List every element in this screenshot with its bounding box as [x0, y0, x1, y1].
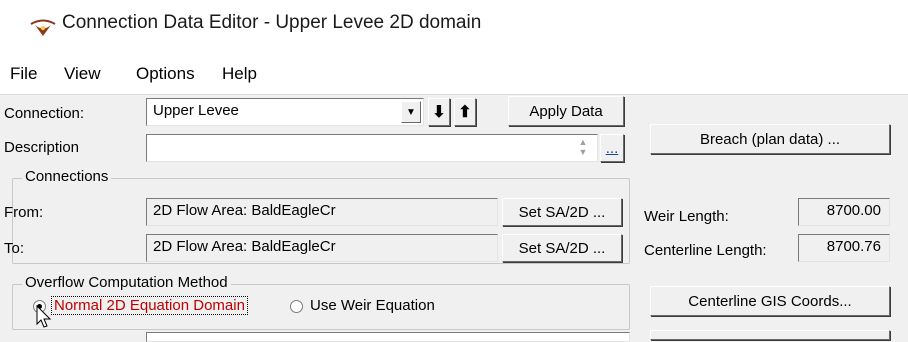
chevron-down-icon[interactable]: ▼	[401, 101, 421, 123]
breach-plan-data-button[interactable]: Breach (plan data) ...	[650, 124, 890, 154]
spinner-down-icon[interactable]: ▼	[572, 147, 594, 157]
set-to-sa2d-button[interactable]: Set SA/2D ...	[502, 234, 622, 262]
centerline-length-field: 8700.76	[798, 234, 890, 262]
description-label: Description	[4, 139, 80, 156]
arrow-down-icon: ⬇	[432, 104, 446, 121]
description-spinner[interactable]: ▲ ▼	[572, 137, 594, 159]
overflow-method-legend: Overflow Computation Method	[22, 274, 231, 291]
menu-view[interactable]: View	[64, 64, 101, 84]
apply-data-button[interactable]: Apply Data	[508, 96, 624, 126]
description-ellipsis-button[interactable]: ...	[600, 134, 624, 162]
to-label: To:	[4, 240, 25, 257]
centerline-length-label: Centerline Length:	[644, 242, 767, 259]
menu-bar: File View Options Help	[0, 58, 908, 95]
menu-options[interactable]: Options	[136, 64, 195, 84]
weir-equation-radio[interactable]	[290, 300, 303, 313]
clipped-field	[146, 332, 630, 342]
connection-dropdown[interactable]: Upper Levee ▼	[146, 98, 424, 126]
description-input[interactable]	[146, 134, 598, 162]
weir-equation-label[interactable]: Use Weir Equation	[310, 297, 435, 314]
mouse-cursor-icon	[36, 304, 52, 329]
menu-file[interactable]: File	[10, 64, 37, 84]
spinner-up-icon[interactable]: ▲	[572, 137, 594, 147]
arrow-up-icon: ⬆	[458, 104, 472, 121]
weir-length-field: 8700.00	[798, 198, 890, 226]
connection-value: Upper Levee	[153, 102, 239, 119]
normal-2d-label[interactable]: Normal 2D Equation Domain	[51, 296, 248, 315]
from-field: 2D Flow Area: BaldEagleCr	[146, 198, 498, 226]
move-down-button[interactable]: ⬇	[428, 98, 450, 126]
title-bar: Connection Data Editor - Upper Levee 2D …	[0, 0, 908, 58]
centerline-gis-coords-button[interactable]: Centerline GIS Coords...	[650, 286, 890, 316]
connection-label: Connection:	[4, 105, 85, 122]
move-up-button[interactable]: ⬆	[454, 98, 476, 126]
connections-legend: Connections	[22, 168, 112, 185]
weir-length-label: Weir Length:	[644, 208, 729, 225]
window-title: Connection Data Editor - Upper Levee 2D …	[62, 12, 482, 33]
river-app-icon	[30, 18, 56, 40]
from-label: From:	[4, 204, 44, 221]
menu-help[interactable]: Help	[222, 64, 257, 84]
set-from-sa2d-button[interactable]: Set SA/2D ...	[502, 198, 622, 226]
clipped-button	[650, 330, 890, 340]
to-field: 2D Flow Area: BaldEagleCr	[146, 234, 498, 262]
